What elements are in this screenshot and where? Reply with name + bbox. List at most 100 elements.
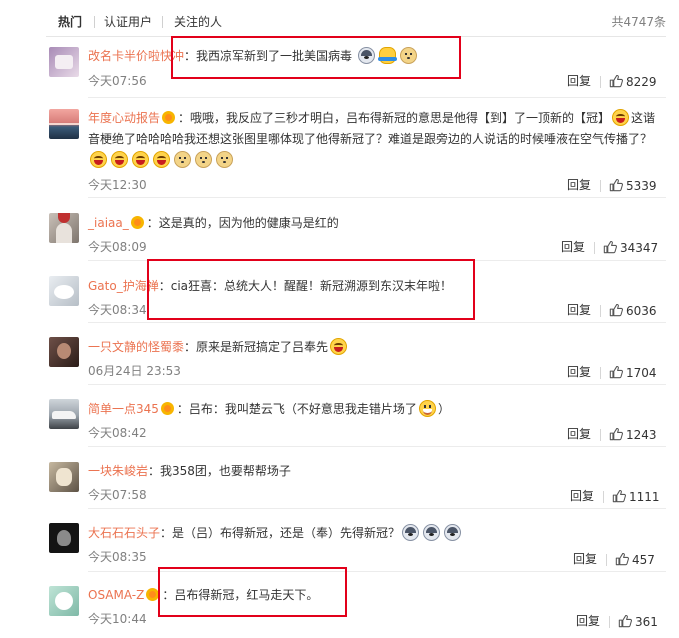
action-divider	[600, 305, 601, 317]
comment-item: Gato_护海禅：cia狂喜：总统大人！醒醒！新冠溯源到东汉末年啦！ 今天08:…	[0, 261, 679, 323]
action-divider	[606, 554, 607, 566]
comment-separator: ：	[158, 279, 171, 293]
avatar[interactable]	[49, 47, 79, 77]
avatar[interactable]	[49, 337, 79, 367]
doge-emoji-icon	[216, 151, 233, 168]
comment-tabs: 热门 认证用户 关注的人 共4747条	[0, 0, 679, 37]
doge-emoji-icon	[174, 151, 191, 168]
thumbs-up-icon	[612, 490, 626, 503]
action-divider	[594, 242, 595, 254]
thumbs-up-icon	[609, 179, 623, 192]
comment-text-continued: ）	[437, 402, 450, 416]
comment-username[interactable]: 一块朱峻岩	[88, 464, 148, 478]
like-count: 5339	[626, 179, 657, 193]
tab-divider	[94, 16, 95, 28]
reply-button[interactable]: 回复	[567, 73, 591, 89]
thumbs-up-icon	[609, 428, 623, 441]
comment-time: 今天07:56	[88, 74, 147, 88]
reply-button[interactable]: 回复	[567, 177, 591, 193]
avatar[interactable]	[49, 276, 79, 306]
comment-item: 一块朱峻岩：我358团，也要帮帮场子 今天07:58 回复 1111	[0, 447, 679, 509]
comment-text: 我西凉军新到了一批美国病毒	[196, 49, 353, 63]
comment-item: 简单一点345 ：吕布：我叫楚云飞（不好意思我走错片场了） 今天08:42 回复 …	[0, 385, 679, 447]
like-button[interactable]: 6036	[609, 303, 657, 319]
avatar[interactable]	[49, 213, 79, 243]
comment-username[interactable]: 改名卡半价啦快冲	[88, 49, 184, 63]
comment-text: 这是真的，因为他的健康马是红的	[158, 216, 339, 230]
tab-hot[interactable]: 热门	[58, 13, 82, 31]
like-button[interactable]: 361	[618, 614, 658, 630]
like-count: 457	[632, 553, 655, 567]
reply-button[interactable]: 回复	[567, 302, 591, 318]
avatar[interactable]	[49, 462, 79, 492]
comment-text: 吕布：我叫楚云飞（不好意思我走错片场了	[188, 402, 417, 416]
comment-username[interactable]: OSAMA-Z	[88, 588, 144, 602]
comment-time: 今天10:44	[88, 612, 147, 626]
comment-separator: ：	[148, 464, 161, 478]
comment-text: 是（吕）布得新冠，还是（奉）先得新冠？	[172, 526, 401, 540]
husky-emoji-icon	[423, 524, 441, 541]
comment-username[interactable]: Gato_护海禅	[88, 279, 159, 293]
action-divider	[600, 180, 601, 192]
comment-time: 今天08:09	[88, 240, 147, 254]
comment-username[interactable]: 一只文静的怪蜀黍	[88, 340, 184, 354]
comment-separator: ：	[184, 340, 197, 354]
comment-separator: ：	[162, 588, 175, 602]
like-count: 1704	[626, 366, 657, 380]
comment-time: 今天08:35	[88, 550, 147, 564]
comment-username[interactable]: 年度心动报告	[88, 111, 160, 125]
comment-item: 一只文静的怪蜀黍：原来是新冠搞定了吕奉先 06月24日 23:53 回复 170…	[0, 323, 679, 385]
like-button[interactable]: 1243	[609, 427, 657, 443]
comment-item: _iaiaa_ ：这是真的，因为他的健康马是红的 今天08:09 回复 34347	[0, 198, 679, 261]
tab-following[interactable]: 关注的人	[174, 13, 222, 31]
avatar[interactable]	[49, 586, 79, 616]
action-divider	[603, 491, 604, 503]
doge-emoji-icon	[195, 151, 212, 168]
comment-username[interactable]: 大石石石头子	[88, 526, 160, 540]
comment-time: 今天12:30	[88, 178, 147, 192]
husky-emoji-icon	[357, 47, 375, 64]
husky-emoji-icon	[444, 524, 462, 541]
reply-button[interactable]: 回复	[561, 239, 585, 255]
reply-button[interactable]: 回复	[573, 551, 597, 567]
hug-emoji-icon	[377, 47, 397, 64]
reply-button[interactable]: 回复	[567, 426, 591, 442]
like-button[interactable]: 1111	[612, 489, 660, 505]
like-button[interactable]: 1704	[609, 365, 657, 381]
avatar[interactable]	[49, 523, 79, 553]
reply-button[interactable]: 回复	[576, 613, 600, 629]
tab-verified[interactable]: 认证用户	[104, 13, 152, 31]
like-button[interactable]: 457	[615, 552, 655, 568]
like-count: 34347	[620, 241, 659, 255]
avatar[interactable]	[49, 399, 79, 429]
comment-separator: ：	[176, 402, 189, 416]
reply-button[interactable]: 回复	[570, 488, 594, 504]
like-count: 1243	[626, 428, 657, 442]
comment-text: 哦哦，我反应了三秒才明白，吕布得新冠的意思是他得【到】了一顶新的【冠】	[190, 111, 611, 125]
action-divider	[609, 616, 610, 628]
like-button[interactable]: 34347	[603, 240, 658, 256]
comment-total-count: 共4747条	[611, 15, 666, 29]
comment-time: 今天07:58	[88, 488, 147, 502]
comment-separator: ：	[178, 111, 191, 125]
thumbs-up-icon	[615, 553, 629, 566]
thumbs-up-icon	[603, 241, 617, 254]
comment-text: 我358团，也要帮帮场子	[160, 464, 291, 478]
like-button[interactable]: 8229	[609, 74, 657, 90]
like-count: 6036	[626, 304, 657, 318]
comment-text: 吕布得新冠，红马走天下。	[174, 588, 319, 602]
comment-text: cia狂喜：总统大人！醒醒！新冠溯源到东汉末年啦！	[170, 279, 453, 293]
comment-username[interactable]: 简单一点345	[88, 402, 159, 416]
comment-separator: ：	[184, 49, 197, 63]
husky-emoji-icon	[402, 524, 420, 541]
avatar[interactable]	[49, 109, 79, 139]
thumbs-up-icon	[609, 75, 623, 88]
reply-button[interactable]: 回复	[567, 364, 591, 380]
like-button[interactable]: 5339	[609, 178, 657, 194]
vip-badge-icon	[160, 402, 174, 415]
comment-username[interactable]: _iaiaa_	[88, 216, 129, 230]
thumbs-up-icon	[618, 615, 632, 628]
action-divider	[600, 76, 601, 88]
tab-divider	[162, 16, 163, 28]
like-count: 361	[635, 615, 658, 629]
